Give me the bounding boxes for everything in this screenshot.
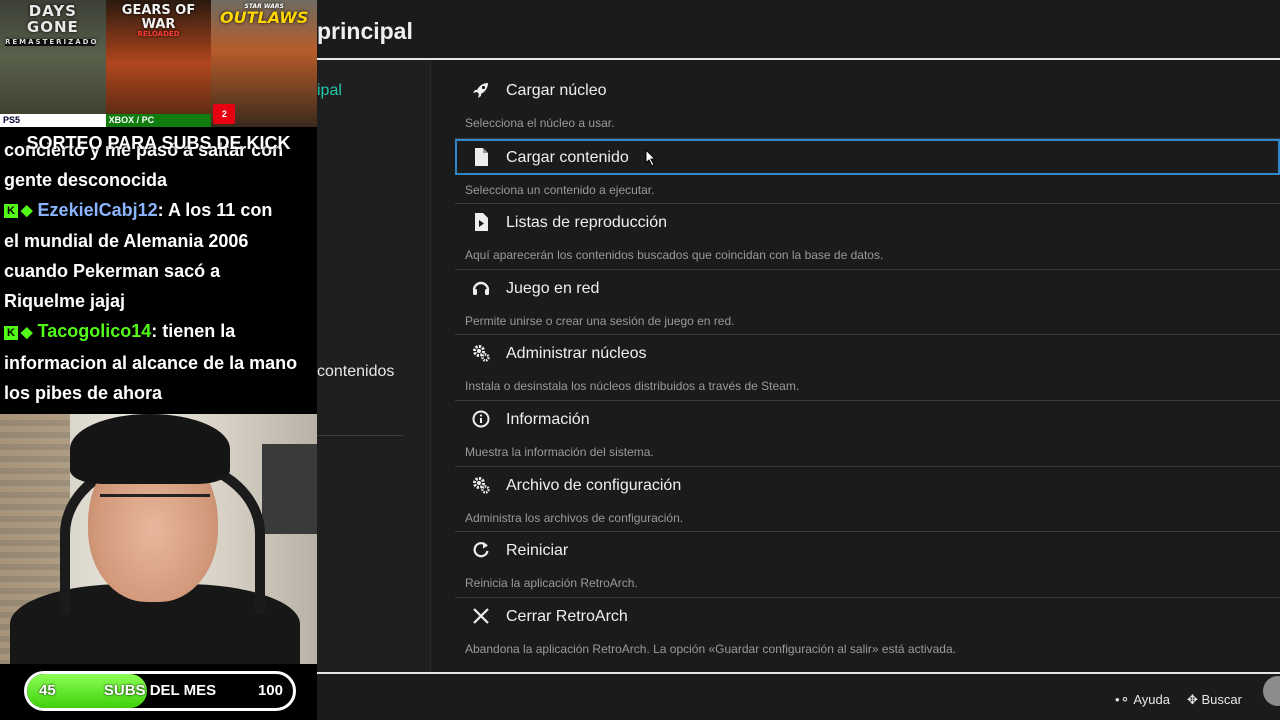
menu-item-label: Cerrar RetroArch [506, 607, 628, 625]
menu-item-label: Juego en red [506, 279, 600, 297]
giveaway-banner: DAYS GONE REMASTERIZADO PS5 GEARS OF WAR R… [0, 0, 318, 127]
menu-item-label: Cargar contenido [506, 148, 629, 166]
sidebar-item-contents[interactable]: contenidos [317, 363, 394, 381]
menu-item-label: Archivo de configuración [506, 476, 682, 494]
subs-target: 100 [257, 682, 283, 699]
menu-item-label: Reiniciar [506, 542, 569, 560]
cover-title: GEARS OF WAR [121, 3, 196, 32]
menu-item-manage-cores[interactable]: Administrar núcleos Instala o desinstala… [455, 334, 1280, 400]
menu-item-load-content[interactable]: Cargar contenido Selecciona un contenido… [455, 137, 1280, 204]
menu-item-config-file[interactable]: Archivo de configuración Administra los … [455, 465, 1280, 532]
menu-item-description: Selecciona el núcleo a usar. [465, 116, 615, 130]
menu-item-description: Administra los archivos de configuración… [465, 510, 684, 525]
webcam-feed [0, 414, 317, 664]
mouse-cursor-icon [645, 148, 657, 172]
sidebar-item-main-menu[interactable]: ipal [317, 82, 342, 100]
close-icon [471, 606, 491, 626]
platform-badge: PS5 [0, 114, 106, 127]
chat-line: gente desconocida [4, 170, 168, 190]
menu-item-description: Abandona la aplicación RetroArch. La opc… [465, 641, 956, 656]
gem-badge-icon: ◆ [21, 202, 33, 220]
cover-subtitle: RELOADED [137, 30, 180, 39]
chat-line: los pibes de ahora [4, 382, 163, 403]
background-monitor [262, 444, 317, 534]
cover-subtitle: REMASTERIZADO [5, 37, 99, 46]
chat-line: el mundial de Alemania 2006 [4, 231, 249, 252]
menu-item-playlists[interactable]: Listas de reproducción Aquí aparecerán l… [455, 203, 1280, 269]
menu-item-netplay[interactable]: Juego en red Permite unirse o crear una … [455, 268, 1280, 335]
info-icon [471, 409, 491, 429]
menu-item-description: Instala o desinstala los núcleos distrib… [465, 379, 800, 394]
gears-icon [471, 343, 491, 363]
chat-lines: concierto y me pasó a saltar con gente d… [4, 135, 316, 408]
retroarch-window: principal ipal contenidos Cargar núcleo … [317, 0, 1280, 720]
button-hint-icon: •⚬ [1115, 692, 1134, 707]
retroarch-sidebar: ipal contenidos [317, 60, 431, 673]
menu-item-description: Permite unirse o crear una sesión de jue… [465, 313, 735, 328]
stream-overlay: DAYS GONE REMASTERIZADO PS5 GEARS OF WAR R… [0, 0, 318, 720]
menu-item-description: Reinicia la aplicación RetroArch. [465, 576, 638, 591]
menu-item-label: Cargar núcleo [506, 82, 607, 99]
streamer-cap [70, 414, 230, 484]
game-cover-outlaws: STAR WARS OUTLAWS 2 [211, 0, 318, 127]
chat-message: K ◆ EzekielCabj12: A los 11 con [4, 195, 316, 226]
search-hint[interactable]: ✥ Buscar [1187, 692, 1242, 708]
main-menu-list: Cargar núcleo Selecciona el núcleo a usa… [455, 72, 1280, 662]
menu-item-description: Muestra la información del sistema. [465, 444, 654, 459]
chat-username: Tacogolico14 [37, 321, 152, 342]
retroarch-footer: •⚬ Ayuda ✥ Buscar [317, 672, 1280, 720]
chat-line: cuando Pekerman sacó a [4, 261, 221, 282]
menu-item-description: Selecciona un contenido a ejecutar. [465, 182, 655, 197]
menu-item-quit[interactable]: Cerrar RetroArch Abandona la aplicación … [455, 596, 1280, 663]
headset-icon [471, 278, 491, 298]
retroarch-header: principal [317, 0, 1280, 60]
game-cover-days-gone: DAYS GONE REMASTERIZADO PS5 [0, 0, 106, 127]
subs-goal-label: SUBS DEL MES [103, 682, 217, 699]
chat-panel: concierto y me pasó a saltar con gente d… [0, 127, 317, 414]
menu-item-load-core[interactable]: Cargar núcleo Selecciona el núcleo a usa… [455, 72, 1280, 138]
raffle-caption: SORTEO PARA SUBS DE KICK [26, 133, 291, 153]
game-cover-gears-of-war: GEARS OF WAR RELOADED XBOX / PC [105, 0, 212, 127]
file-icon [471, 147, 491, 167]
chat-line: Riquelme jajaj [4, 291, 126, 312]
platform-badge: 2 [213, 104, 236, 124]
chat-text: : A los 11 con [157, 200, 273, 220]
menu-item-label: Información [506, 410, 590, 428]
glasses [100, 494, 210, 521]
subs-goal-bar: 45 SUBS DEL MES 100 [24, 671, 296, 711]
platform-badge: XBOX / PC [105, 114, 212, 127]
menu-item-information[interactable]: Información Muestra la información del s… [455, 399, 1280, 466]
chat-line: informacion al alcance de la mano [4, 352, 298, 373]
kick-badge-icon: K [4, 325, 18, 340]
help-label: Ayuda [1133, 692, 1170, 707]
dpad-icon: ✥ [1187, 692, 1202, 707]
menu-item-restart[interactable]: Reiniciar Reinicia la aplicación RetroAr… [455, 531, 1280, 597]
gears-icon [471, 475, 491, 495]
restart-icon [471, 540, 491, 560]
help-hint[interactable]: •⚬ Ayuda [1115, 692, 1170, 708]
kick-badge-icon: K [4, 204, 18, 219]
playlist-icon [471, 212, 491, 232]
steam-logo-icon [1263, 676, 1280, 706]
rocket-icon [471, 80, 491, 100]
sidebar-divider [317, 435, 403, 436]
cover-title: DAYS GONE [26, 2, 79, 36]
gem-badge-icon: ◆ [21, 323, 33, 341]
search-label: Buscar [1201, 692, 1242, 707]
menu-item-label: Listas de reproducción [506, 214, 667, 232]
menu-item-description: Aquí aparecerán los contenidos buscados … [465, 248, 884, 263]
chat-text: : tienen la [151, 321, 236, 342]
menu-item-label: Administrar núcleos [506, 345, 647, 363]
page-title: principal [317, 18, 413, 44]
chat-message: K ◆ Tacogolico14: tienen la [4, 316, 316, 347]
cover-title: OUTLAWS [219, 8, 309, 28]
chat-username: EzekielCabj12 [37, 200, 158, 220]
